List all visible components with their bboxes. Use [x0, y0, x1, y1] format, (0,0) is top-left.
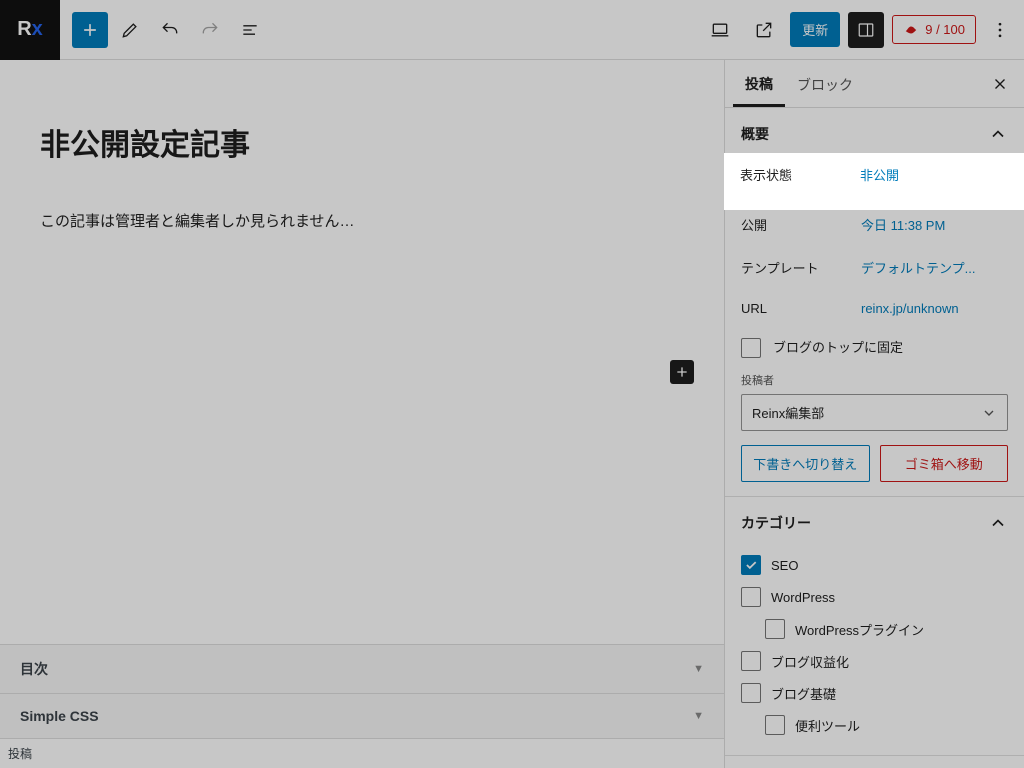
pencil-icon	[120, 20, 140, 40]
move-to-trash-button[interactable]: ゴミ箱へ移動	[880, 445, 1009, 482]
seo-score-button[interactable]: 9 / 100	[892, 15, 976, 44]
category-row: WordPress	[741, 581, 1008, 613]
author-field-label: 投稿者	[741, 372, 1008, 388]
triangle-down-icon: ▼	[693, 663, 704, 675]
tab-block[interactable]: ブロック	[785, 61, 865, 107]
more-options-button[interactable]	[984, 12, 1016, 48]
plus-icon	[674, 364, 690, 380]
pin-to-top-checkbox[interactable]	[741, 338, 761, 358]
visibility-row: 表示状態 非公開	[741, 160, 1008, 203]
sidebar-panel-icon	[856, 20, 876, 40]
redo-icon	[200, 20, 220, 40]
add-block-button[interactable]	[72, 12, 108, 48]
chevron-up-icon	[988, 124, 1008, 144]
undo-icon	[160, 20, 180, 40]
view-post-button[interactable]	[746, 12, 782, 48]
breadcrumb-post[interactable]: 投稿	[8, 747, 32, 761]
category-label: WordPress	[771, 590, 835, 605]
logo-r: R	[17, 18, 31, 41]
category-label: WordPressプラグイン	[795, 620, 924, 639]
simplecss-label: Simple CSS	[20, 708, 99, 724]
chevron-up-icon	[988, 513, 1008, 533]
category-label: ブログ収益化	[771, 652, 849, 671]
category-checkbox[interactable]	[765, 619, 785, 639]
category-checkbox[interactable]	[765, 715, 785, 735]
update-button[interactable]: 更新	[790, 12, 840, 47]
url-value[interactable]: reinx.jp/unknown	[861, 301, 959, 316]
category-checkbox[interactable]	[741, 683, 761, 703]
post-title[interactable]: 非公開設定記事	[40, 120, 684, 164]
publish-row: 公開 今日 11:38 PM	[741, 203, 1008, 246]
category-label: 便利ツール	[795, 716, 860, 735]
category-checkbox[interactable]	[741, 651, 761, 671]
category-label: ブログ基礎	[771, 684, 836, 703]
category-checkbox[interactable]	[741, 587, 761, 607]
seo-score-value: 9 / 100	[925, 22, 965, 37]
score-icon	[903, 23, 919, 37]
summary-title: 概要	[741, 124, 769, 144]
url-label: URL	[741, 301, 861, 316]
tab-post[interactable]: 投稿	[733, 60, 785, 107]
undo-button[interactable]	[152, 12, 188, 48]
author-select-value: Reinx編集部	[752, 403, 824, 422]
category-row: ブログ基礎	[741, 677, 1008, 709]
settings-panel-toggle[interactable]	[848, 12, 884, 48]
publish-label: 公開	[741, 215, 861, 234]
triangle-down-icon: ▼	[693, 710, 704, 722]
url-row: URL reinx.jp/unknown	[741, 289, 1008, 328]
category-row: 便利ツール	[741, 709, 1008, 741]
inline-add-block-button[interactable]	[670, 360, 694, 384]
template-label: テンプレート	[741, 258, 861, 277]
category-row: SEO	[741, 549, 1008, 581]
laptop-icon	[710, 20, 730, 40]
publish-value[interactable]: 今日 11:38 PM	[861, 215, 945, 234]
logo-x: x	[32, 18, 43, 41]
visibility-label: 表示状態	[741, 172, 861, 191]
category-row: WordPressプラグイン	[741, 613, 1008, 645]
plus-icon	[80, 20, 100, 40]
list-icon	[240, 20, 260, 40]
template-row: テンプレート デフォルトテンプ...	[741, 246, 1008, 289]
categories-panel-toggle[interactable]: カテゴリー	[725, 497, 1024, 549]
site-logo[interactable]: Rx	[0, 0, 60, 60]
edit-tool-button[interactable]	[112, 12, 148, 48]
close-icon	[991, 75, 1009, 93]
redo-button[interactable]	[192, 12, 228, 48]
switch-to-draft-button[interactable]: 下書きへ切り替え	[741, 445, 870, 482]
category-row: ブログ収益化	[741, 645, 1008, 677]
kebab-icon	[990, 20, 1010, 40]
external-link-icon	[754, 20, 774, 40]
template-value[interactable]: デフォルトテンプ...	[861, 258, 975, 277]
visibility-value[interactable]: 非公開	[861, 172, 900, 191]
close-sidebar-button[interactable]	[984, 68, 1016, 100]
chevron-down-icon	[981, 405, 997, 421]
categories-title: カテゴリー	[741, 513, 811, 533]
summary-panel-toggle[interactable]: 概要	[725, 108, 1024, 160]
toc-panel-toggle[interactable]: 目次 ▼	[0, 644, 724, 693]
post-body[interactable]: この記事は管理者と編集者しか見られません…	[40, 210, 684, 231]
toc-label: 目次	[20, 659, 48, 679]
preview-desktop-button[interactable]	[702, 12, 738, 48]
breadcrumb: 投稿	[0, 738, 724, 768]
category-label: SEO	[771, 558, 798, 573]
simplecss-panel-toggle[interactable]: Simple CSS ▼	[0, 693, 724, 738]
category-checkbox[interactable]	[741, 555, 761, 575]
document-overview-button[interactable]	[232, 12, 268, 48]
author-select[interactable]: Reinx編集部	[741, 394, 1008, 431]
pin-to-top-label: ブログのトップに固定	[773, 338, 903, 358]
